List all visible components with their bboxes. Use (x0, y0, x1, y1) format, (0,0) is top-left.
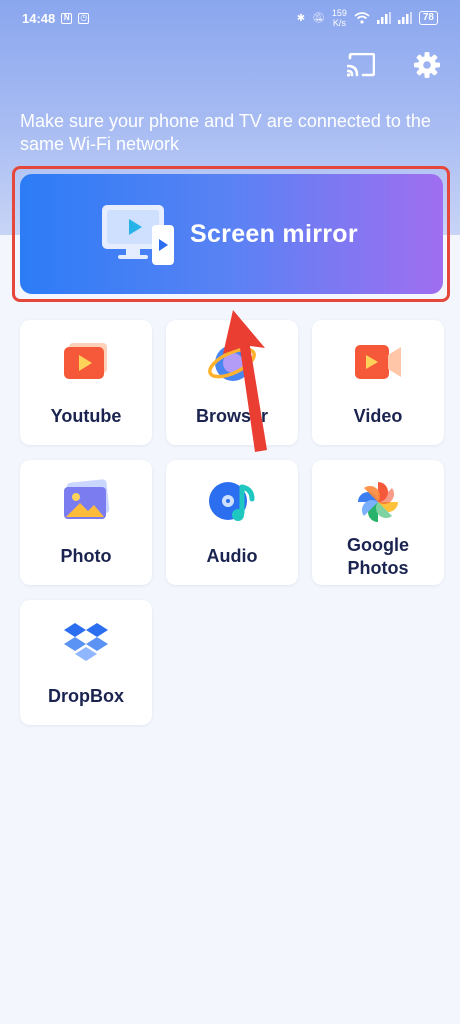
bluetooth-icon: ✱ (296, 12, 306, 24)
cast-icon[interactable] (346, 50, 376, 80)
signal-icon-2 (397, 12, 412, 24)
photo-tile[interactable]: Photo (20, 460, 152, 585)
browser-tile[interactable]: Browser (166, 320, 298, 445)
clock: 14:48 (22, 10, 56, 26)
wifi-icon (354, 12, 370, 24)
google-photos-icon (350, 474, 406, 530)
browser-label: Browser (195, 406, 269, 426)
video-icon (350, 334, 406, 390)
youtube-label: Youtube (50, 406, 122, 426)
audio-label: Audio (206, 546, 258, 566)
youtube-tile[interactable]: Youtube (20, 320, 152, 445)
screen-mirror-button[interactable]: Screen mirror (20, 174, 443, 294)
browser-icon (204, 334, 260, 390)
status-bar: 14:48 N ◷ ✱ 🔕︎ 159 K/s 78 (0, 0, 460, 36)
google-photos-label-line2: Photos (347, 558, 409, 578)
nfc-icon: N (61, 12, 73, 24)
video-tile[interactable]: Video (312, 320, 444, 445)
google-photos-label: Google Photos (312, 534, 444, 580)
audio-tile[interactable]: Audio (166, 460, 298, 585)
status-right: ✱ 🔕︎ 159 K/s 78 (297, 8, 438, 28)
video-label: Video (353, 406, 403, 426)
connection-hint: Make sure your phone and TV are connecte… (20, 111, 431, 154)
google-photos-label-line1: Google (347, 535, 409, 555)
audio-icon (204, 474, 260, 530)
google-photos-tile[interactable]: Google Photos (312, 460, 444, 585)
mute-icon: 🔕︎ (312, 12, 325, 24)
dropbox-icon (58, 614, 114, 670)
screen-mirror-label: Screen mirror (190, 219, 358, 248)
photo-label: Photo (60, 546, 112, 566)
battery-indicator: 78 (418, 11, 438, 25)
youtube-icon (58, 334, 114, 390)
photo-icon (58, 474, 114, 530)
gear-icon[interactable] (412, 50, 442, 80)
alarm-icon: ◷ (78, 12, 90, 24)
dropbox-label: DropBox (48, 686, 124, 706)
toolbar (346, 50, 442, 80)
screen-mirror-icon (102, 205, 174, 265)
dropbox-tile[interactable]: DropBox (20, 600, 152, 725)
net-speed-value: 159 (331, 8, 347, 18)
signal-icon (376, 12, 391, 24)
net-speed-unit: K/s (332, 18, 346, 28)
feature-grid: Youtube Browser Video Photo Audio Google… (20, 320, 444, 725)
net-speed: 159 K/s (332, 8, 347, 28)
status-left: 14:48 N ◷ (22, 10, 90, 26)
